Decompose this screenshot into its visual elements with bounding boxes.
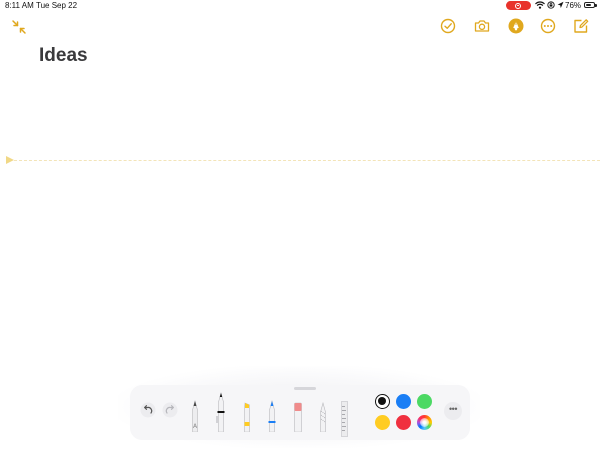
compose-icon[interactable] xyxy=(572,17,590,35)
location-icon xyxy=(557,1,564,8)
color-swatch-red[interactable] xyxy=(396,415,411,430)
checklist-icon[interactable] xyxy=(439,17,457,35)
lasso-tool-icon[interactable] xyxy=(317,402,329,432)
color-swatch-blue[interactable] xyxy=(396,394,411,409)
battery-icon xyxy=(584,2,597,8)
rotation-lock-icon xyxy=(547,1,555,9)
color-swatch-yellow[interactable] xyxy=(375,415,390,430)
wifi-icon xyxy=(535,1,545,9)
pen-tool-icon[interactable]: A xyxy=(189,400,201,432)
notes-app-screen: 8:11 AM Tue Sep 22 76% Ideas A ••• xyxy=(0,0,600,450)
collapse-icon[interactable] xyxy=(11,19,27,35)
color-swatch-green[interactable] xyxy=(417,394,432,409)
battery-percent: 76% xyxy=(565,1,582,10)
eraser-tool-icon[interactable] xyxy=(292,402,304,432)
status-date: Tue Sep 22 xyxy=(36,1,78,10)
highlighter-tool-icon[interactable] xyxy=(241,402,253,432)
pencil-tool-icon[interactable] xyxy=(266,400,278,432)
undo-icon[interactable] xyxy=(140,402,156,418)
redo-icon[interactable] xyxy=(162,402,178,418)
screen-recording-indicator[interactable] xyxy=(506,1,531,10)
drawing-area-boundary xyxy=(14,160,600,161)
markup-icon[interactable] xyxy=(507,17,525,35)
color-picker-button[interactable] xyxy=(417,415,432,430)
more-tools-button[interactable]: ••• xyxy=(444,402,462,420)
more-icon[interactable] xyxy=(539,17,557,35)
ruler-tool-icon[interactable] xyxy=(341,401,348,437)
color-swatch-black[interactable] xyxy=(375,394,390,409)
camera-icon[interactable] xyxy=(473,17,491,35)
status-bar: 8:11 AM Tue Sep 22 76% xyxy=(0,0,600,12)
note-title[interactable]: Ideas xyxy=(39,45,88,67)
status-time: 8:11 AM xyxy=(5,1,34,10)
tool-palette-grabber[interactable] xyxy=(294,387,316,390)
marker-tool-icon[interactable] xyxy=(215,392,227,432)
